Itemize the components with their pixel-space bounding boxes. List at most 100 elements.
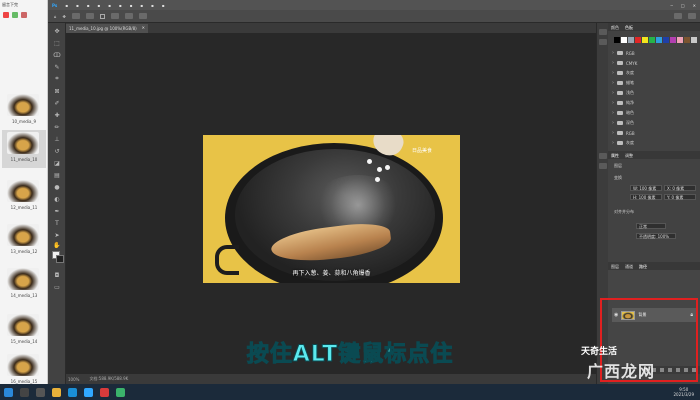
tab-properties[interactable]: 属性: [611, 153, 619, 158]
3d-mode-options[interactable]: [138, 13, 147, 19]
minimize-icon[interactable]: ─: [670, 3, 672, 8]
eraser-tool-icon[interactable]: ◪: [52, 159, 62, 167]
actions-panel-icon[interactable]: [599, 39, 607, 45]
thumbnail-item-3[interactable]: 13_media_12: [2, 222, 46, 260]
tab-channels[interactable]: 通道: [625, 264, 633, 269]
properties-panel-icon[interactable]: [599, 153, 607, 159]
brush-tool-icon[interactable]: ✏: [52, 123, 62, 131]
color-swatch[interactable]: [649, 37, 655, 43]
blur-tool-icon[interactable]: ●: [52, 183, 62, 191]
path-select-tool-icon[interactable]: ➤: [52, 231, 62, 239]
menu-item[interactable]: ▪: [87, 3, 90, 8]
menu-item[interactable]: ▪: [108, 3, 111, 8]
move-tool-icon[interactable]: ✥: [52, 27, 62, 35]
quick-select-tool-icon[interactable]: ✎: [52, 63, 62, 71]
adjustments-panel-icon[interactable]: [599, 163, 607, 169]
menu-item[interactable]: ▪: [65, 3, 68, 8]
auto-select-dropdown[interactable]: [71, 13, 80, 19]
color-swatch[interactable]: [663, 37, 669, 43]
dodge-tool-icon[interactable]: ◐: [52, 195, 62, 203]
move-tool-icon[interactable]: ✥: [63, 14, 66, 19]
swatch-folder-6[interactable]: › 暗色: [612, 109, 696, 117]
color-swatch[interactable]: [677, 37, 683, 43]
screen-mode-icon[interactable]: ▭: [52, 283, 62, 291]
menu-item[interactable]: ▪: [151, 3, 154, 8]
file-explorer-icon[interactable]: [52, 387, 61, 397]
pen-tool-icon[interactable]: ✒: [52, 207, 62, 215]
y-field[interactable]: Y: 0 像素: [664, 194, 696, 200]
close-icon[interactable]: [3, 12, 9, 18]
document-image[interactable]: 日品美食 再下入葱、姜、蒜和八角爆香: [203, 135, 460, 283]
document-tab[interactable]: 11_media_10.jpg @ 100%(RGB/8) ✕: [66, 24, 148, 33]
delete-icon[interactable]: [21, 12, 27, 18]
menu-item[interactable]: ▪: [140, 3, 143, 8]
swatch-folder-7[interactable]: › 深色: [612, 119, 696, 127]
gradient-tool-icon[interactable]: ▤: [52, 171, 62, 179]
app-icon[interactable]: [116, 387, 125, 397]
color-swatch[interactable]: [628, 37, 634, 43]
swatch-folder-9[interactable]: › 灰度: [612, 139, 696, 147]
thumbnail-item-1[interactable]: 11_media_10: [2, 130, 46, 168]
thumbnail-item-0[interactable]: 10_media_9: [2, 92, 46, 130]
layer-dropdown[interactable]: [85, 13, 94, 19]
search-button[interactable]: [674, 13, 682, 19]
height-field[interactable]: H: 100 像素: [630, 194, 662, 200]
taskbar-clock[interactable]: 9:50 2021/3/29: [673, 387, 694, 397]
quick-mask-icon[interactable]: ◘: [52, 271, 62, 279]
swatch-folder-0[interactable]: › RGB: [612, 49, 696, 57]
crop-tool-icon[interactable]: ⌗: [52, 75, 62, 83]
color-swatch[interactable]: [691, 37, 697, 43]
history-brush-icon[interactable]: ↺: [52, 147, 62, 155]
color-swatch[interactable]: [684, 37, 690, 43]
photoshop-taskbar-icon[interactable]: [84, 387, 93, 397]
tab-layers[interactable]: 图层: [611, 264, 619, 269]
color-swatch[interactable]: [670, 37, 676, 43]
maximize-icon[interactable]: □: [681, 3, 685, 8]
opacity-field[interactable]: 不透明度: 100%: [636, 233, 676, 239]
tab-swatches[interactable]: 色板: [625, 25, 633, 30]
swatch-folder-5[interactable]: › 纯净: [612, 99, 696, 107]
type-tool-icon[interactable]: T: [52, 219, 62, 227]
swatch-folder-1[interactable]: › CMYK: [612, 59, 696, 67]
start-icon[interactable]: [4, 387, 13, 397]
close-tab-icon[interactable]: ✕: [142, 25, 145, 30]
swatch-folder-4[interactable]: › 浅色: [612, 89, 696, 97]
browser-icon[interactable]: [68, 387, 77, 397]
color-swatch[interactable]: [656, 37, 662, 43]
color-swatch[interactable]: [621, 37, 627, 43]
menu-item[interactable]: ▪: [130, 3, 133, 8]
width-field[interactable]: W: 100 像素: [630, 185, 662, 191]
eyedropper-tool-icon[interactable]: ✐: [52, 99, 62, 107]
healing-brush-icon[interactable]: ✚: [52, 111, 62, 119]
hand-tool-icon[interactable]: ✋: [52, 241, 62, 249]
swatch-folder-2[interactable]: › 灰度: [612, 69, 696, 77]
thumbnail-item-4[interactable]: 14_media_13: [2, 266, 46, 304]
x-field[interactable]: X: 0 像素: [664, 185, 696, 191]
app-icon[interactable]: [100, 387, 109, 397]
frame-tool-icon[interactable]: ⊠: [52, 87, 62, 95]
history-panel-icon[interactable]: [599, 29, 607, 35]
thumbnail-item-5[interactable]: 15_media_14: [2, 312, 46, 350]
menu-item[interactable]: ▪: [97, 3, 100, 8]
color-swatch[interactable]: [635, 37, 641, 43]
menu-item[interactable]: ▪: [76, 3, 79, 8]
workspace-button[interactable]: [688, 13, 696, 19]
color-swatch[interactable]: [642, 37, 648, 43]
menu-item[interactable]: ▪: [162, 3, 165, 8]
home-icon[interactable]: ⌂: [54, 14, 57, 19]
menu-item[interactable]: ▪: [119, 3, 122, 8]
thumbnail-item-2[interactable]: 12_media_11: [2, 178, 46, 216]
transform-controls-checkbox[interactable]: [99, 13, 105, 19]
swatch-folder-8[interactable]: › RGB: [612, 129, 696, 137]
zoom-level[interactable]: 100%: [68, 377, 79, 382]
add-icon[interactable]: [12, 12, 18, 18]
tab-paths[interactable]: 路径: [639, 264, 647, 269]
lasso-tool-icon[interactable]: ↀ: [52, 51, 62, 59]
tab-adjustments[interactable]: 调整: [625, 153, 633, 158]
tab-color[interactable]: 颜色: [611, 25, 619, 30]
clone-stamp-icon[interactable]: ⊥: [52, 135, 62, 143]
blend-mode-dropdown[interactable]: 正常: [636, 223, 666, 229]
search-icon[interactable]: [20, 387, 29, 397]
align-options[interactable]: [110, 13, 119, 19]
swatch-folder-3[interactable]: › 蜡笔: [612, 79, 696, 87]
